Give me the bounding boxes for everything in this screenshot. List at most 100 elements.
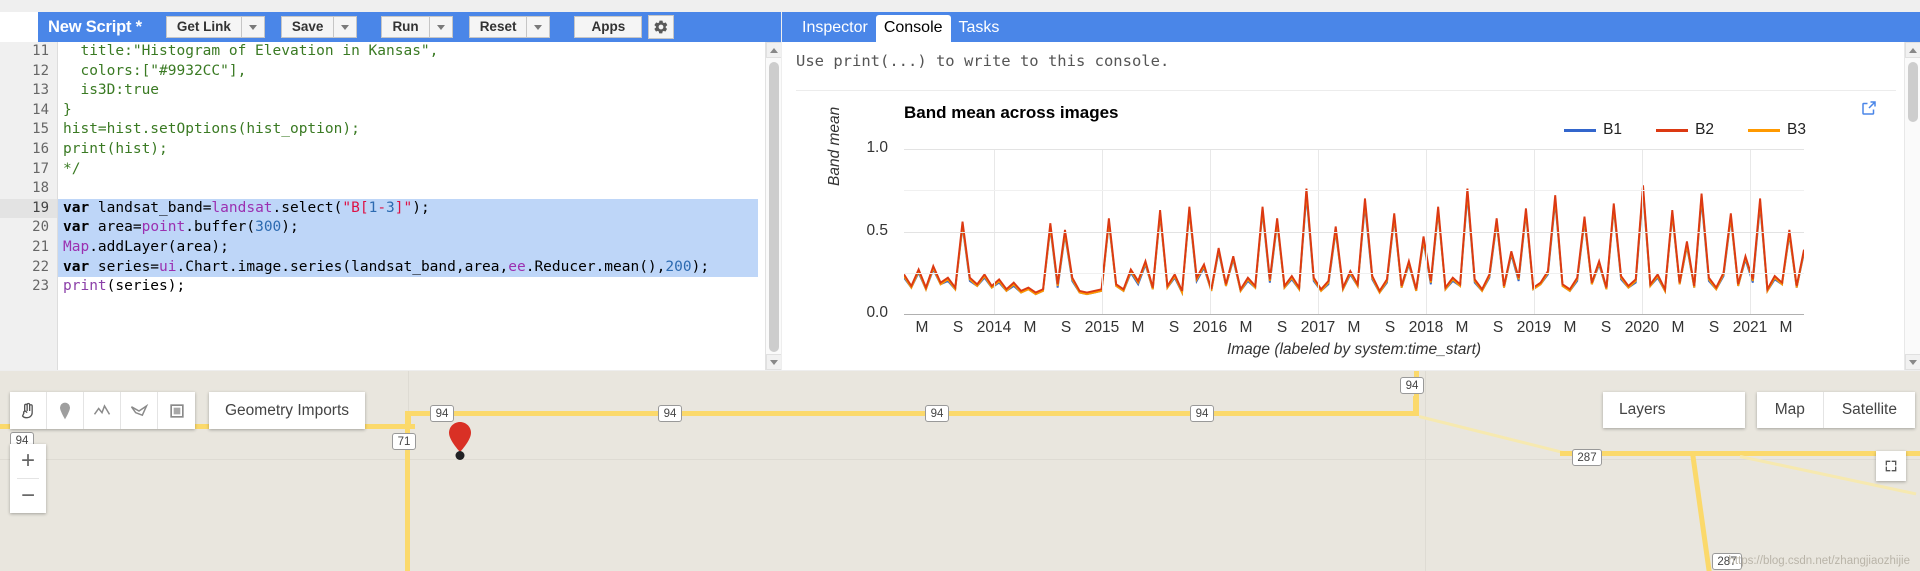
triangle-up-icon xyxy=(770,47,778,53)
x-axis-tick: S xyxy=(1060,319,1072,336)
x-axis-tick: S xyxy=(1600,319,1612,336)
reset-dropdown[interactable] xyxy=(527,16,551,38)
rectangle-icon-button[interactable] xyxy=(158,392,195,429)
apps-group: Apps xyxy=(574,16,643,38)
gridline xyxy=(904,314,1804,315)
map-type-satellite[interactable]: Satellite xyxy=(1822,392,1915,428)
scrollbar-thumb[interactable] xyxy=(1908,62,1918,122)
code-line[interactable]: var landsat_band=landsat.select("B[1-3]"… xyxy=(58,198,758,219)
y-axis-tick: 1.0 xyxy=(866,139,888,156)
reset-button[interactable]: Reset xyxy=(468,16,528,38)
line-number: 23 xyxy=(32,278,49,295)
code-line[interactable]: is3D:true xyxy=(58,81,758,101)
x-axis-tick: M xyxy=(1239,319,1253,336)
gear-icon-button[interactable] xyxy=(648,15,675,39)
get-link-group: Get Link xyxy=(165,16,265,38)
apps-button[interactable]: Apps xyxy=(574,16,643,38)
code-line[interactable]: print(hist); xyxy=(58,140,758,160)
gridline xyxy=(904,231,1804,233)
x-axis-tick: S xyxy=(1276,319,1288,336)
x-axis-tick: 2015 xyxy=(1084,319,1120,336)
line-number: 22 xyxy=(32,258,49,275)
legend-item-b1[interactable]: B1 xyxy=(1564,121,1622,139)
polygon-icon-button[interactable] xyxy=(121,392,158,429)
code-line[interactable]: Map.addLayer(area); xyxy=(58,237,758,258)
console-pane: Inspector Console Tasks Use print(...) t… xyxy=(782,12,1920,370)
code-editor-pane: New Script * Get Link Save Run Reset App… xyxy=(0,12,781,370)
road-shield: 94 xyxy=(1190,405,1214,422)
map-grid-line xyxy=(0,459,1920,460)
road-shield: 71 xyxy=(392,433,416,450)
tab-console[interactable]: Console xyxy=(875,15,951,42)
geometry-imports-panel[interactable]: Geometry Imports xyxy=(209,392,366,429)
code-line[interactable]: print(series); xyxy=(58,277,758,297)
line-number: 18 xyxy=(32,180,49,197)
legend-label: B2 xyxy=(1695,121,1715,138)
save-dropdown[interactable] xyxy=(334,16,358,38)
editor-vertical-scrollbar[interactable] xyxy=(765,42,781,370)
save-button[interactable]: Save xyxy=(280,16,335,38)
legend-item-b3[interactable]: B3 xyxy=(1748,121,1806,139)
scroll-down-arrow[interactable] xyxy=(766,354,781,370)
code-line[interactable]: var area=point.buffer(300); xyxy=(58,218,758,238)
polyline-icon-button[interactable] xyxy=(84,392,121,429)
layers-button[interactable]: Layers xyxy=(1603,392,1745,428)
pan-hand-icon-button[interactable] xyxy=(10,392,47,429)
run-button[interactable]: Run xyxy=(381,16,430,38)
code-line[interactable]: colors:["#9932CC"], xyxy=(58,62,758,82)
line-number: 11 xyxy=(32,43,49,59)
scroll-down-arrow[interactable] xyxy=(1905,354,1920,370)
line-number: 12 xyxy=(32,62,49,79)
x-axis-tick: 2016 xyxy=(1192,319,1228,336)
scroll-up-arrow[interactable] xyxy=(766,42,781,58)
x-axis-tick: 2018 xyxy=(1408,319,1444,336)
chevron-down-icon xyxy=(534,24,543,30)
tab-inspector[interactable]: Inspector xyxy=(794,15,876,42)
code-line[interactable]: title:"Histogram of Elevation in Kansas"… xyxy=(58,42,758,62)
script-title: New Script * xyxy=(48,17,142,36)
get-link-button[interactable]: Get Link xyxy=(165,16,242,38)
polygon-icon xyxy=(130,403,149,416)
run-dropdown[interactable] xyxy=(429,16,453,38)
zoom-in-button[interactable]: + xyxy=(10,444,46,478)
open-in-new-icon[interactable] xyxy=(1860,99,1878,122)
code-lines[interactable]: title:"Histogram of Elevation in Kansas"… xyxy=(58,42,758,370)
marker-pin-icon-button[interactable] xyxy=(47,392,84,429)
get-link-dropdown[interactable] xyxy=(241,16,265,38)
x-axis-tick: M xyxy=(1563,319,1577,336)
x-axis-tick: 2020 xyxy=(1624,319,1660,336)
scroll-up-arrow[interactable] xyxy=(1905,42,1920,58)
x-axis-tick: M xyxy=(1779,319,1793,336)
scrollbar-thumb[interactable] xyxy=(769,62,779,352)
gear-icon xyxy=(654,20,668,34)
map-marker-icon[interactable] xyxy=(449,422,471,467)
tab-tasks[interactable]: Tasks xyxy=(951,15,1008,42)
line-number: 21 xyxy=(32,238,49,255)
legend-item-b2[interactable]: B2 xyxy=(1656,121,1714,139)
legend-swatch xyxy=(1564,128,1597,132)
fullscreen-button[interactable] xyxy=(1876,451,1906,481)
x-axis-tick: M xyxy=(915,319,929,336)
x-axis-ticks: M S 2014 M S 2015 M S 2016 M S 2017 M S 2018 M S 2019 M S 20… xyxy=(904,319,1804,339)
code-line[interactable]: hist=hist.setOptions(hist_option); xyxy=(58,120,758,140)
x-axis-tick: 2017 xyxy=(1300,319,1336,336)
code-line[interactable]: var series=ui.Chart.image.series(landsat… xyxy=(58,257,758,278)
map-type-map[interactable]: Map xyxy=(1757,392,1823,428)
code-line[interactable]: */ xyxy=(58,160,758,180)
triangle-down-icon xyxy=(1909,359,1917,365)
road-shield: 94 xyxy=(925,405,949,422)
code-area[interactable]: 11 12 13 14 15 16 17 18 19 20 21 22 23 title:"Histog… xyxy=(0,42,781,370)
console-vertical-scrollbar[interactable] xyxy=(1904,42,1920,370)
zoom-controls: + − xyxy=(10,444,46,513)
pan-hand-icon xyxy=(21,402,33,418)
code-line[interactable] xyxy=(58,179,758,199)
code-line[interactable]: } xyxy=(58,101,758,121)
map-road-minor xyxy=(1418,415,1565,455)
earth-engine-code-editor: New Script * Get Link Save Run Reset App… xyxy=(0,0,1920,571)
legend-swatch xyxy=(1748,128,1781,132)
zoom-out-button[interactable]: − xyxy=(10,479,46,513)
map-canvas[interactable]: 94 94 94 94 94 94 71 287 287 Geometry Im… xyxy=(0,371,1920,571)
chart-card: Band mean across images B1 B2 B3 Band mean… xyxy=(796,90,1896,360)
chevron-down-icon xyxy=(248,24,257,30)
map-type-switcher: Map Satellite xyxy=(1756,392,1915,428)
